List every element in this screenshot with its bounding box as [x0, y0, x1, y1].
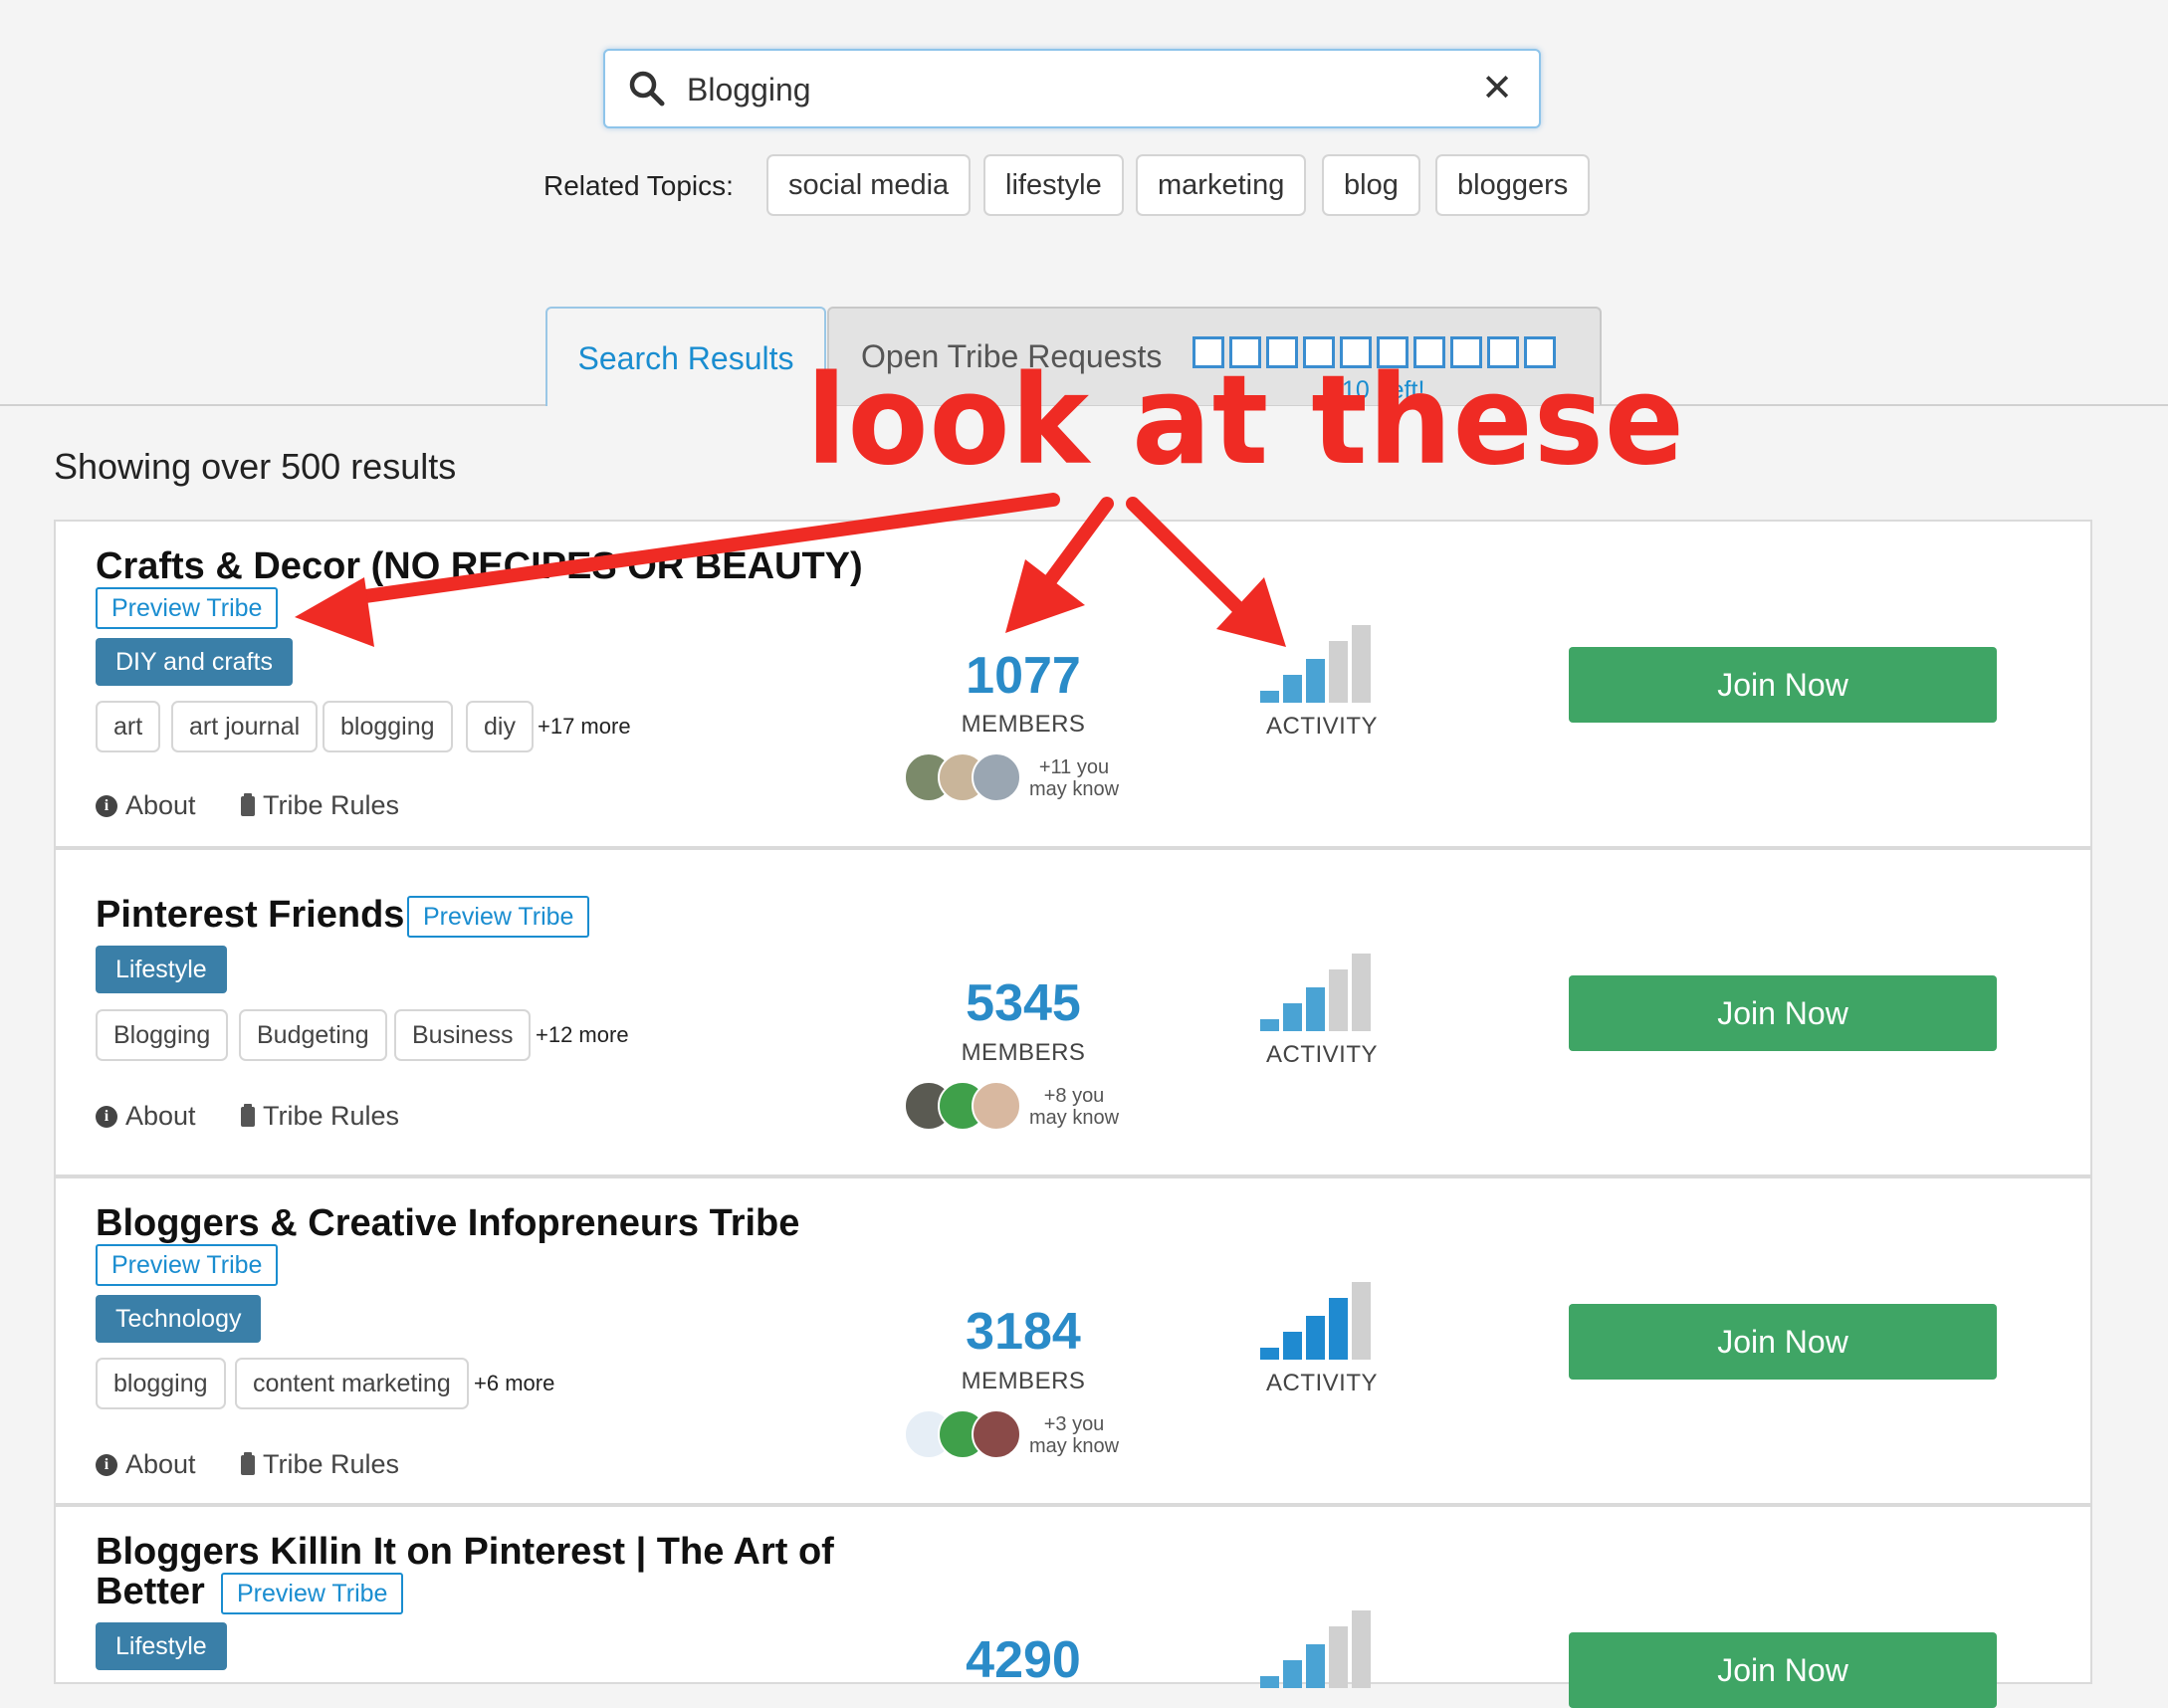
- annotation-arrow: [1038, 497, 1114, 594]
- activity-bar: [1260, 1676, 1279, 1688]
- annotation-arrows: [295, 493, 1286, 647]
- annotation-arrow: [351, 493, 1060, 604]
- annotation-arrowhead: [1005, 559, 1085, 633]
- annotation-arrow: [1126, 497, 1246, 616]
- annotation-arrowhead: [295, 577, 374, 647]
